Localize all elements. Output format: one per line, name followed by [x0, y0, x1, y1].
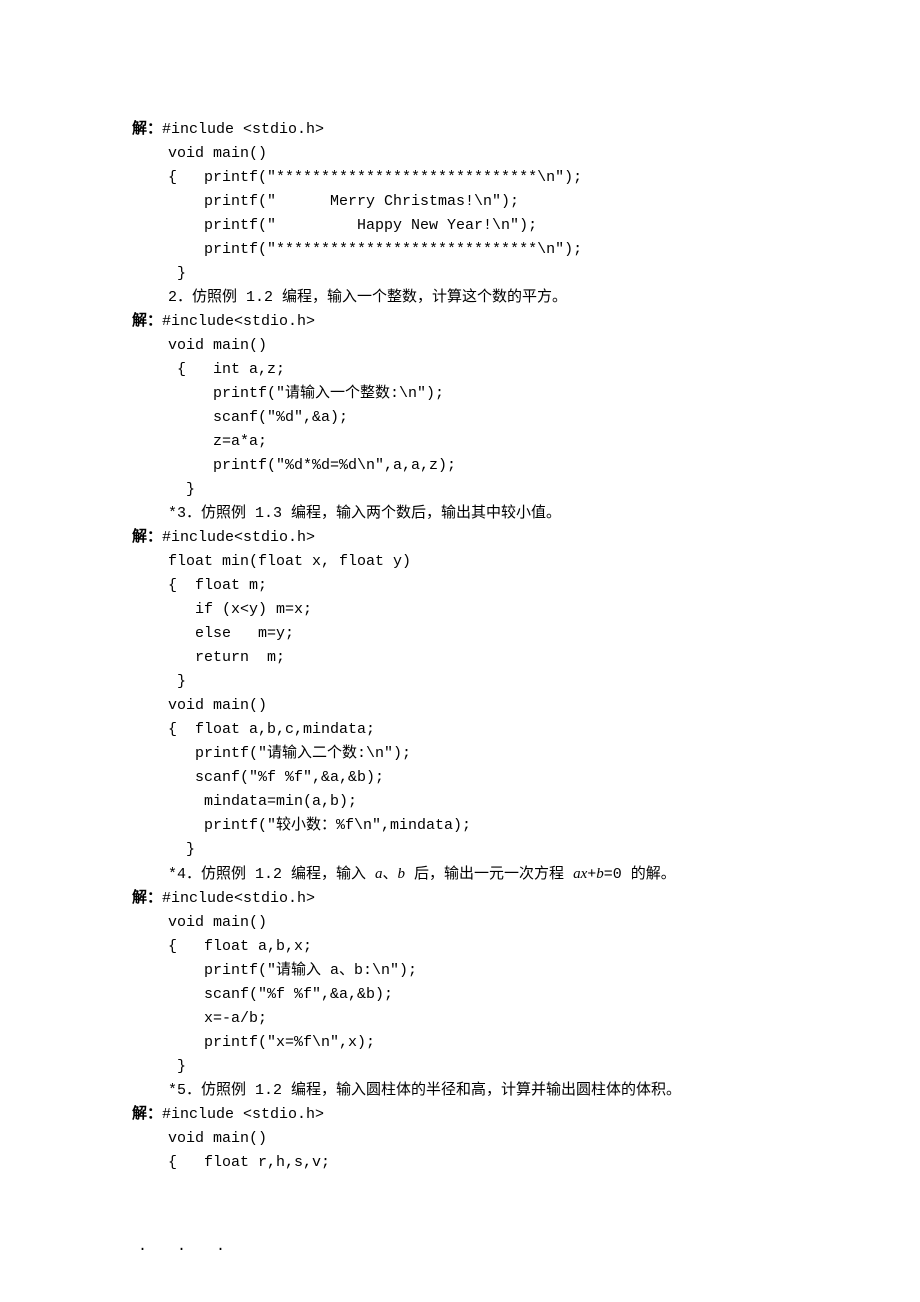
- code-line: printf(" Merry Christmas!\n");: [132, 190, 860, 214]
- code-line: float min(float x, float y): [132, 550, 860, 574]
- code-line: void main(): [132, 142, 860, 166]
- code-line: 2．仿照例 1.2 编程，输入一个整数，计算这个数的平方。: [132, 286, 860, 310]
- code-line: void main(): [132, 911, 860, 935]
- code-line: }: [132, 478, 860, 502]
- code-line: { printf("*****************************\…: [132, 166, 860, 190]
- code-line: *5．仿照例 1.2 编程，输入圆柱体的半径和高，计算并输出圆柱体的体积。: [132, 1079, 860, 1103]
- code-line: *4．仿照例 1.2 编程，输入 a、b 后，输出一元一次方程 ax+b=0 的…: [132, 862, 860, 887]
- page-footer: ...: [132, 1235, 860, 1259]
- code-line: scanf("%f %f",&a,&b);: [132, 766, 860, 790]
- code-line: printf("*****************************\n"…: [132, 238, 860, 262]
- code-line: }: [132, 262, 860, 286]
- code-line: }: [132, 1055, 860, 1079]
- code-line: return m;: [132, 646, 860, 670]
- code-line: z=a*a;: [132, 430, 860, 454]
- code-line: if (x<y) m=x;: [132, 598, 860, 622]
- code-line: 解：#include<stdio.h>: [132, 310, 860, 334]
- code-line: 解：#include <stdio.h>: [132, 118, 860, 142]
- code-line: printf("请输入一个整数:\n");: [132, 382, 860, 406]
- document-page: 解：#include <stdio.h> void main() { print…: [0, 0, 920, 1302]
- code-line: printf("请输入二个数:\n");: [132, 742, 860, 766]
- code-content: 解：#include <stdio.h> void main() { print…: [132, 118, 860, 1175]
- code-line: 解：#include<stdio.h>: [132, 526, 860, 550]
- code-line: x=-a/b;: [132, 1007, 860, 1031]
- code-line: mindata=min(a,b);: [132, 790, 860, 814]
- code-line: printf(" Happy New Year!\n");: [132, 214, 860, 238]
- code-line: printf("请输入 a、b:\n");: [132, 959, 860, 983]
- code-line: printf("较小数：%f\n",mindata);: [132, 814, 860, 838]
- code-line: void main(): [132, 694, 860, 718]
- code-line: { float r,h,s,v;: [132, 1151, 860, 1175]
- code-line: 解：#include <stdio.h>: [132, 1103, 860, 1127]
- code-line: printf("x=%f\n",x);: [132, 1031, 860, 1055]
- code-line: { float a,b,x;: [132, 935, 860, 959]
- code-line: printf("%d*%d=%d\n",a,a,z);: [132, 454, 860, 478]
- code-line: }: [132, 670, 860, 694]
- code-line: }: [132, 838, 860, 862]
- code-line: *3．仿照例 1.3 编程，输入两个数后，输出其中较小值。: [132, 502, 860, 526]
- code-line: 解：#include<stdio.h>: [132, 887, 860, 911]
- code-line: scanf("%d",&a);: [132, 406, 860, 430]
- code-line: { int a,z;: [132, 358, 860, 382]
- code-line: else m=y;: [132, 622, 860, 646]
- code-line: void main(): [132, 334, 860, 358]
- code-line: { float a,b,c,mindata;: [132, 718, 860, 742]
- code-line: { float m;: [132, 574, 860, 598]
- code-line: scanf("%f %f",&a,&b);: [132, 983, 860, 1007]
- code-line: void main(): [132, 1127, 860, 1151]
